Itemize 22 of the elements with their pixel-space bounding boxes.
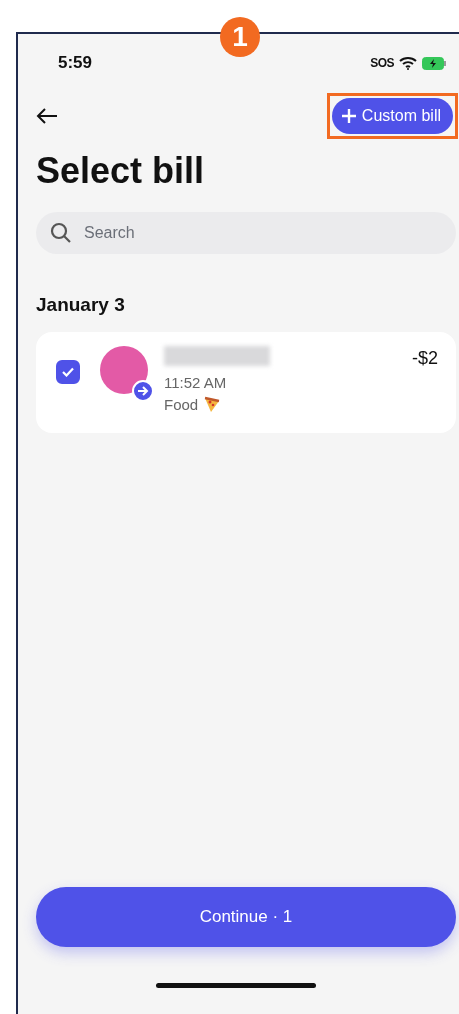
avatar: [100, 346, 148, 394]
bill-category: Food: [164, 395, 199, 413]
search-bar[interactable]: Search: [36, 212, 456, 254]
plus-icon: [341, 109, 356, 123]
sos-label: SOS: [370, 56, 394, 70]
wifi-icon: [399, 56, 417, 70]
checkbox[interactable]: [56, 360, 80, 384]
step-badge: 1: [220, 17, 260, 57]
date-heading: January 3: [36, 294, 126, 316]
search-field[interactable]: Search: [82, 223, 386, 243]
bill-amount: -$2: [412, 348, 438, 369]
continue-button[interactable]: Continue · 1: [36, 887, 456, 947]
back-arrow-icon[interactable]: [36, 107, 58, 125]
search-icon: [50, 222, 72, 244]
checkmark-icon: [62, 367, 74, 377]
status-time: 5:59: [58, 53, 93, 73]
bill-time: 11:52 AM: [164, 374, 228, 391]
custom-bill-button[interactable]: Custom bill: [331, 98, 453, 134]
page-title: Select bill: [36, 150, 206, 192]
pizza-icon: [203, 395, 222, 413]
bill-card[interactable]: 11:52 AM Food -$2: [36, 332, 456, 433]
battery-icon: [422, 56, 446, 70]
